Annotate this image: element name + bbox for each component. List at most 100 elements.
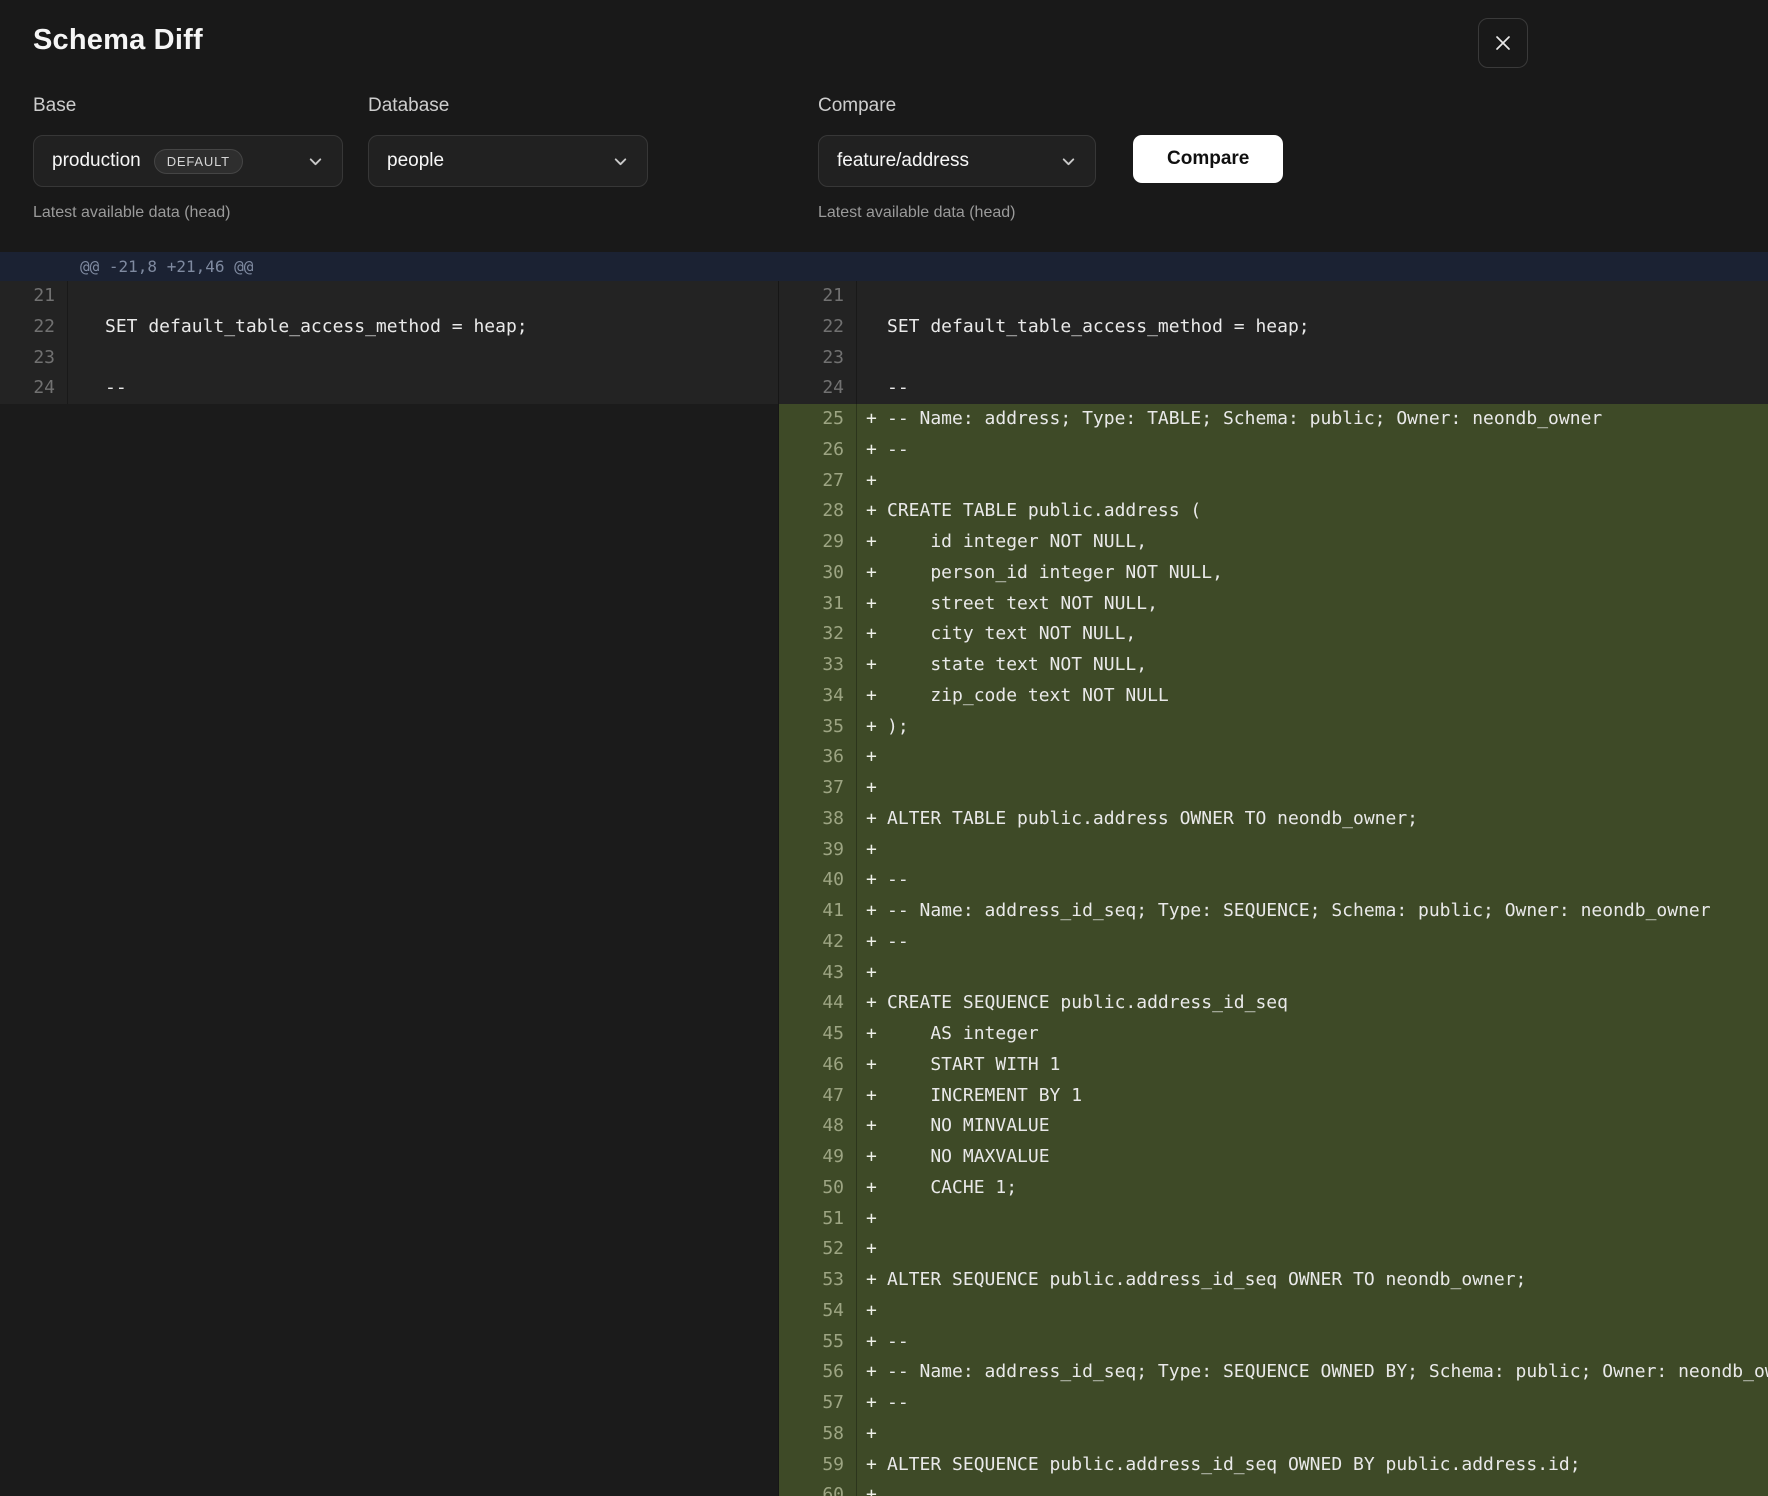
line-number: 22 xyxy=(0,312,68,343)
diff-line-compare-37: 37+ xyxy=(779,773,1768,804)
code-text: CACHE 1; xyxy=(883,1173,1017,1204)
diff-marker xyxy=(857,343,883,374)
code-text: -- xyxy=(883,927,909,958)
diff-line-compare-58: 58+ xyxy=(779,1419,1768,1450)
code-text xyxy=(883,1296,887,1327)
line-number: 49 xyxy=(779,1142,857,1173)
code-text xyxy=(883,1480,887,1496)
diff-marker: + xyxy=(857,1019,883,1050)
compare-label: Compare xyxy=(818,94,1096,118)
line-number: 24 xyxy=(779,373,857,404)
line-number: 22 xyxy=(779,312,857,343)
diff-line-compare-29: 29+ id integer NOT NULL, xyxy=(779,527,1768,558)
diff-marker: + xyxy=(857,1111,883,1142)
diff-line-base-22: 22SET default_table_access_method = heap… xyxy=(0,312,778,343)
compare-branch-selected: feature/address xyxy=(837,150,969,172)
compare-control-group: Compare feature/address Latest available… xyxy=(818,94,1096,222)
code-text xyxy=(883,281,887,312)
line-number: 35 xyxy=(779,712,857,743)
code-text: -- xyxy=(883,1388,909,1419)
code-text xyxy=(883,835,887,866)
line-number: 36 xyxy=(779,742,857,773)
code-text: ); xyxy=(883,712,909,743)
diff-marker: + xyxy=(857,1204,883,1235)
diff-line-compare-48: 48+ NO MINVALUE xyxy=(779,1111,1768,1142)
diff-marker xyxy=(68,281,101,312)
diff-line-compare-36: 36+ xyxy=(779,742,1768,773)
diff-marker: + xyxy=(857,1357,883,1388)
modal-header: Schema Diff xyxy=(0,0,1768,92)
compare-branch-select[interactable]: feature/address xyxy=(818,135,1096,187)
line-number: 26 xyxy=(779,435,857,466)
code-text: -- xyxy=(883,435,909,466)
database-label: Database xyxy=(368,94,648,118)
diff-line-compare-23: 23 xyxy=(779,343,1768,374)
line-number: 53 xyxy=(779,1265,857,1296)
diff-marker: + xyxy=(857,896,883,927)
diff-viewer: @@ -21,8 +21,46 @@ 2122SET default_table… xyxy=(0,252,1768,1496)
line-number: 23 xyxy=(0,343,68,374)
diff-marker: + xyxy=(857,1419,883,1450)
diff-marker: + xyxy=(857,958,883,989)
line-number: 28 xyxy=(779,496,857,527)
line-number: 52 xyxy=(779,1234,857,1265)
diff-marker: + xyxy=(857,1173,883,1204)
diff-line-compare-53: 53+ALTER SEQUENCE public.address_id_seq … xyxy=(779,1265,1768,1296)
diff-line-compare-40: 40+-- xyxy=(779,865,1768,896)
code-text xyxy=(883,773,887,804)
diff-line-compare-55: 55+-- xyxy=(779,1327,1768,1358)
diff-marker: + xyxy=(857,650,883,681)
line-number: 46 xyxy=(779,1050,857,1081)
base-branch-select[interactable]: production DEFAULT xyxy=(33,135,343,187)
diff-marker: + xyxy=(857,712,883,743)
code-text: state text NOT NULL, xyxy=(883,650,1147,681)
code-text xyxy=(883,1234,887,1265)
code-text: NO MINVALUE xyxy=(883,1111,1050,1142)
diff-line-compare-26: 26+-- xyxy=(779,435,1768,466)
diff-marker: + xyxy=(857,988,883,1019)
diff-line-compare-33: 33+ state text NOT NULL, xyxy=(779,650,1768,681)
line-number: 56 xyxy=(779,1357,857,1388)
database-select[interactable]: people xyxy=(368,135,648,187)
diff-marker: + xyxy=(857,1480,883,1496)
code-text: INCREMENT BY 1 xyxy=(883,1081,1082,1112)
chevron-down-icon xyxy=(612,153,629,170)
line-number: 41 xyxy=(779,896,857,927)
compare-button[interactable]: Compare xyxy=(1133,135,1283,183)
diff-marker: + xyxy=(857,742,883,773)
diff-line-base-24: 24-- xyxy=(0,373,778,404)
code-text: street text NOT NULL, xyxy=(883,589,1158,620)
line-number: 42 xyxy=(779,927,857,958)
diff-marker: + xyxy=(857,1050,883,1081)
close-button[interactable] xyxy=(1478,18,1528,68)
diff-line-compare-39: 39+ xyxy=(779,835,1768,866)
close-icon xyxy=(1493,33,1513,53)
diff-line-compare-21: 21 xyxy=(779,281,1768,312)
diff-line-compare-57: 57+-- xyxy=(779,1388,1768,1419)
diff-marker xyxy=(68,373,101,404)
database-control-group: Database people xyxy=(368,94,648,187)
diff-marker: + xyxy=(857,927,883,958)
diff-line-compare-60: 60+ xyxy=(779,1480,1768,1496)
code-text: NO MAXVALUE xyxy=(883,1142,1050,1173)
diff-line-compare-50: 50+ CACHE 1; xyxy=(779,1173,1768,1204)
diff-scroll-area[interactable]: 2122SET default_table_access_method = he… xyxy=(0,281,1768,1496)
diff-line-compare-44: 44+CREATE SEQUENCE public.address_id_seq xyxy=(779,988,1768,1019)
code-text xyxy=(883,343,887,374)
code-text: ALTER SEQUENCE public.address_id_seq OWN… xyxy=(883,1265,1526,1296)
line-number: 32 xyxy=(779,619,857,650)
code-text: -- Name: address; Type: TABLE; Schema: p… xyxy=(883,404,1602,435)
default-badge: DEFAULT xyxy=(154,149,243,174)
code-text: city text NOT NULL, xyxy=(883,619,1136,650)
line-number: 34 xyxy=(779,681,857,712)
diff-line-compare-32: 32+ city text NOT NULL, xyxy=(779,619,1768,650)
chevron-down-icon xyxy=(307,153,324,170)
code-text: -- xyxy=(883,1327,909,1358)
line-number: 24 xyxy=(0,373,68,404)
diff-line-compare-42: 42+-- xyxy=(779,927,1768,958)
diff-marker: + xyxy=(857,619,883,650)
diff-marker: + xyxy=(857,804,883,835)
diff-marker: + xyxy=(857,1388,883,1419)
diff-line-compare-54: 54+ xyxy=(779,1296,1768,1327)
diff-line-base-23: 23 xyxy=(0,343,778,374)
